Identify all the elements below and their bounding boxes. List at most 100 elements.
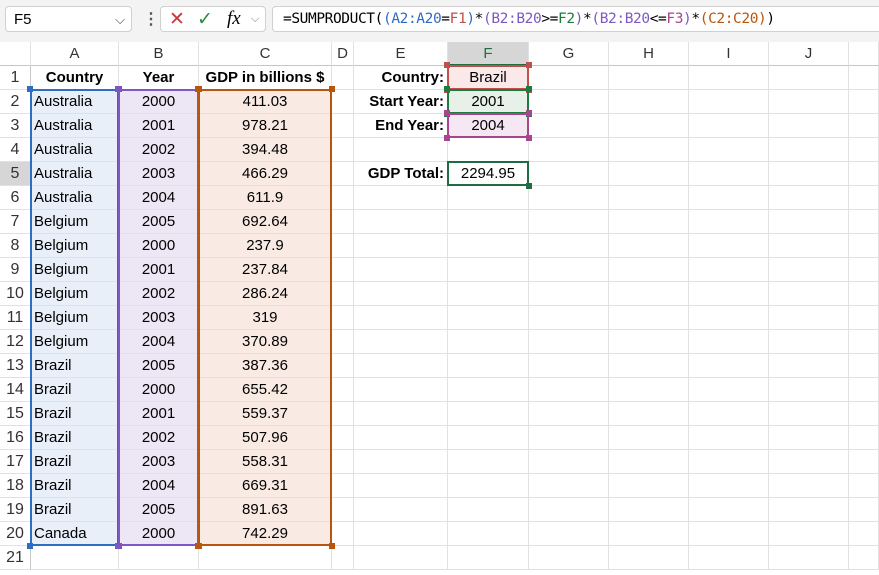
country-cell[interactable]: Belgium xyxy=(31,282,119,306)
cell[interactable] xyxy=(689,474,769,498)
year-cell[interactable]: 2001 xyxy=(119,114,199,138)
gdp-cell[interactable] xyxy=(199,546,332,570)
country-cell[interactable]: Brazil xyxy=(31,426,119,450)
gdp-cell[interactable]: 466.29 xyxy=(199,162,332,186)
year-cell[interactable]: 2004 xyxy=(119,330,199,354)
country-cell[interactable]: Brazil xyxy=(31,354,119,378)
cell[interactable] xyxy=(609,498,689,522)
cell[interactable] xyxy=(354,258,448,282)
country-cell[interactable]: Brazil xyxy=(31,498,119,522)
criteria-value[interactable]: 2001 xyxy=(448,90,529,114)
gdp-cell[interactable]: 286.24 xyxy=(199,282,332,306)
country-cell[interactable]: Australia xyxy=(31,162,119,186)
cell[interactable] xyxy=(448,354,529,378)
range-handle[interactable] xyxy=(526,62,532,68)
year-cell[interactable]: 2003 xyxy=(119,162,199,186)
cell[interactable] xyxy=(769,306,849,330)
range-handle[interactable] xyxy=(444,86,450,92)
cell[interactable] xyxy=(609,282,689,306)
cell[interactable] xyxy=(849,138,879,162)
country-cell[interactable] xyxy=(31,546,119,570)
cell[interactable] xyxy=(529,450,609,474)
column-header-I[interactable]: I xyxy=(689,42,769,66)
row-header-12[interactable]: 12 xyxy=(0,330,31,354)
column-header-A[interactable]: A xyxy=(31,42,119,66)
cell[interactable] xyxy=(609,330,689,354)
gdp-cell[interactable]: 319 xyxy=(199,306,332,330)
cell[interactable] xyxy=(448,210,529,234)
cell[interactable] xyxy=(332,498,354,522)
cell[interactable] xyxy=(529,66,609,90)
cell[interactable] xyxy=(332,306,354,330)
cell[interactable] xyxy=(689,114,769,138)
range-handle[interactable] xyxy=(27,86,33,92)
cell[interactable] xyxy=(529,330,609,354)
cell[interactable] xyxy=(849,498,879,522)
cell[interactable] xyxy=(529,162,609,186)
cell[interactable] xyxy=(769,66,849,90)
select-all-corner[interactable] xyxy=(0,42,31,66)
cell[interactable] xyxy=(354,522,448,546)
gdp-cell[interactable]: 370.89 xyxy=(199,330,332,354)
cell[interactable] xyxy=(332,234,354,258)
year-cell[interactable] xyxy=(119,546,199,570)
year-cell[interactable]: 2000 xyxy=(119,522,199,546)
cell[interactable] xyxy=(769,234,849,258)
header-cell[interactable]: Year xyxy=(119,66,199,90)
cell[interactable] xyxy=(354,330,448,354)
range-handle[interactable] xyxy=(444,110,450,116)
chevron-down-icon[interactable]: ⌵ xyxy=(115,7,125,33)
year-cell[interactable]: 2001 xyxy=(119,402,199,426)
cell[interactable] xyxy=(354,426,448,450)
row-header-19[interactable]: 19 xyxy=(0,498,31,522)
cell[interactable] xyxy=(609,450,689,474)
cell[interactable] xyxy=(849,474,879,498)
enter-icon[interactable]: ✓ xyxy=(197,8,213,31)
header-cell[interactable]: Country xyxy=(31,66,119,90)
gdp-cell[interactable]: 978.21 xyxy=(199,114,332,138)
range-handle[interactable] xyxy=(115,543,121,549)
insert-function-icon[interactable]: fx xyxy=(227,8,241,30)
country-cell[interactable]: Brazil xyxy=(31,402,119,426)
cancel-icon[interactable]: ✕ xyxy=(169,8,185,31)
cell[interactable] xyxy=(849,330,879,354)
gdp-cell[interactable]: 507.96 xyxy=(199,426,332,450)
gdp-cell[interactable]: 891.63 xyxy=(199,498,332,522)
cell[interactable] xyxy=(689,330,769,354)
cell[interactable] xyxy=(332,354,354,378)
cell[interactable] xyxy=(448,402,529,426)
row-header-21[interactable]: 21 xyxy=(0,546,31,570)
year-cell[interactable]: 2000 xyxy=(119,234,199,258)
cell[interactable] xyxy=(354,378,448,402)
cell[interactable] xyxy=(529,114,609,138)
year-cell[interactable]: 2005 xyxy=(119,210,199,234)
country-cell[interactable]: Belgium xyxy=(31,306,119,330)
year-cell[interactable]: 2004 xyxy=(119,474,199,498)
gdp-cell[interactable]: 394.48 xyxy=(199,138,332,162)
cell[interactable] xyxy=(769,378,849,402)
row-header-10[interactable]: 10 xyxy=(0,282,31,306)
cell[interactable] xyxy=(609,426,689,450)
cell[interactable] xyxy=(448,522,529,546)
cell[interactable] xyxy=(354,402,448,426)
cell[interactable] xyxy=(448,234,529,258)
cell[interactable] xyxy=(609,474,689,498)
cell[interactable] xyxy=(529,234,609,258)
country-cell[interactable]: Brazil xyxy=(31,450,119,474)
gdp-cell[interactable]: 387.36 xyxy=(199,354,332,378)
fill-handle[interactable] xyxy=(526,183,532,189)
cell[interactable] xyxy=(354,498,448,522)
year-cell[interactable]: 2001 xyxy=(119,258,199,282)
cell[interactable] xyxy=(849,522,879,546)
column-header-J[interactable]: J xyxy=(769,42,849,66)
cell[interactable] xyxy=(332,210,354,234)
cell[interactable] xyxy=(849,66,879,90)
cell[interactable] xyxy=(332,330,354,354)
cell[interactable] xyxy=(849,258,879,282)
cell[interactable] xyxy=(448,186,529,210)
cell[interactable] xyxy=(332,378,354,402)
range-handle[interactable] xyxy=(526,86,532,92)
cell[interactable] xyxy=(448,282,529,306)
year-cell[interactable]: 2004 xyxy=(119,186,199,210)
row-header-15[interactable]: 15 xyxy=(0,402,31,426)
